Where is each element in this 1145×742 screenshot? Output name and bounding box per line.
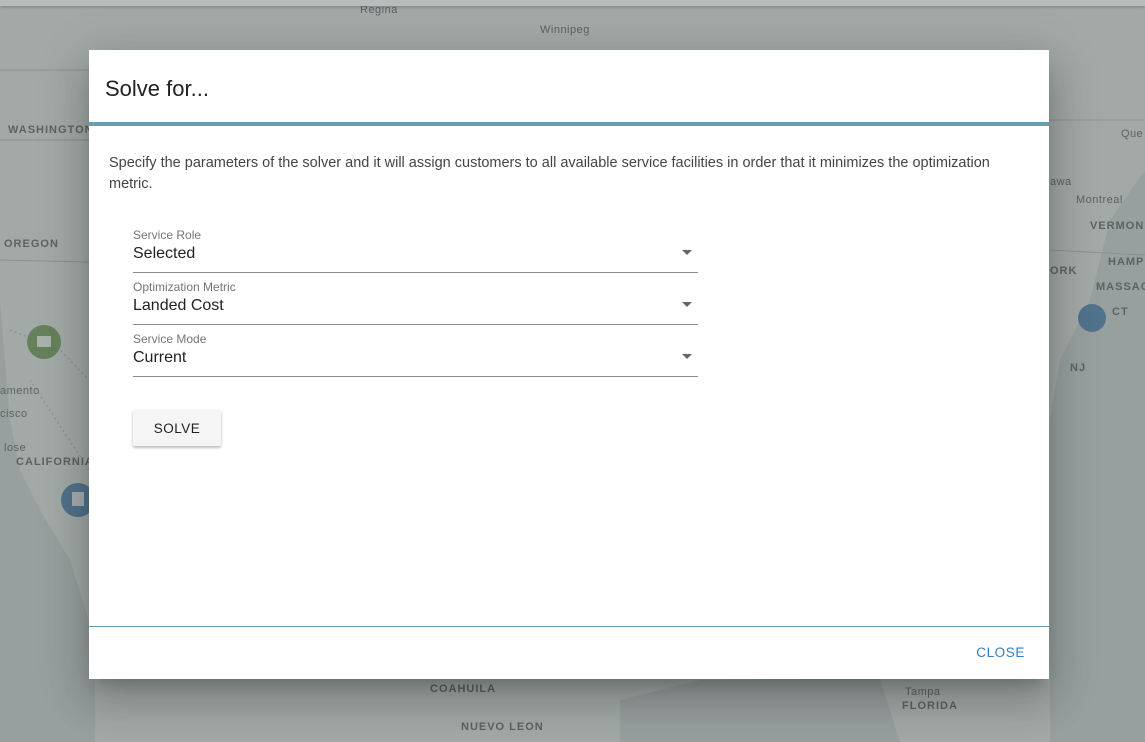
service-role-select[interactable]: Service Role Selected	[133, 228, 698, 273]
solve-button[interactable]: SOLVE	[133, 410, 221, 446]
optimization-metric-select[interactable]: Optimization Metric Landed Cost	[133, 280, 698, 325]
service-mode-value: Current	[133, 349, 187, 366]
service-role-value: Selected	[133, 245, 196, 262]
dialog-header: Solve for...	[89, 50, 1049, 126]
dropdown-arrow-icon[interactable]	[682, 250, 692, 255]
dropdown-arrow-icon[interactable]	[682, 354, 692, 359]
service-mode-select[interactable]: Service Mode Current	[133, 332, 698, 377]
dialog-title: Solve for...	[105, 76, 209, 101]
service-role-label: Service Role	[133, 228, 202, 242]
app-toolbar	[0, 0, 1145, 6]
optimization-metric-label: Optimization Metric	[133, 280, 236, 294]
close-button[interactable]: CLOSE	[972, 643, 1029, 662]
service-mode-label: Service Mode	[133, 332, 207, 346]
optimization-metric-value: Landed Cost	[133, 297, 224, 314]
dialog-footer: CLOSE	[89, 626, 1049, 680]
app-stage: Regina Winnipeg WASHINGTON OREGON amento…	[0, 0, 1145, 742]
dialog-description: Specify the parameters of the solver and…	[109, 155, 990, 192]
dropdown-arrow-icon[interactable]	[682, 302, 692, 307]
solve-dialog: Solve for... Specify the parameters of t…	[89, 50, 1049, 679]
